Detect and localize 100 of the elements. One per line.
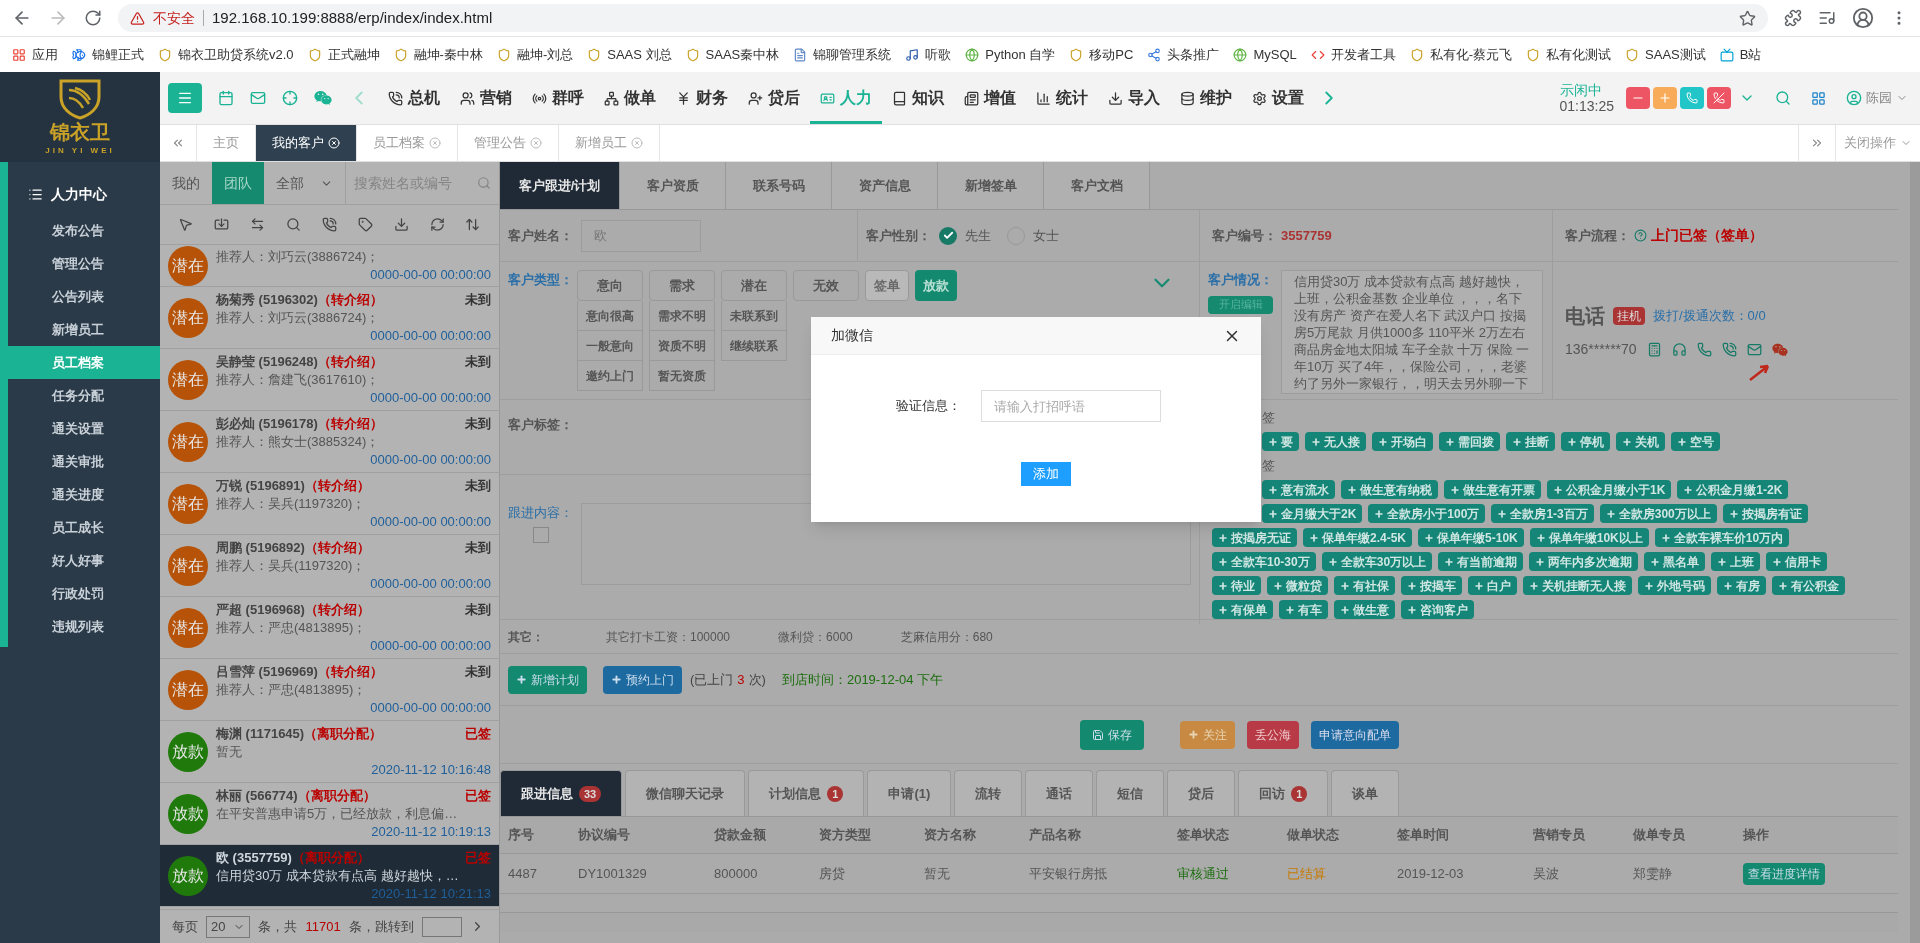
greeting-field[interactable]: 请输入打招呼语 — [981, 390, 1161, 422]
tag-chip[interactable]: 有房 — [1717, 576, 1766, 595]
progress-detail-button[interactable]: 查看进度详情 — [1743, 862, 1825, 885]
busy-button[interactable] — [1626, 87, 1650, 109]
tag-chip[interactable]: 做生意有纳税 — [1341, 480, 1438, 499]
nav-item[interactable]: 群呼 — [522, 72, 594, 124]
bookmark-link[interactable]: SAAS秦中林 — [685, 44, 780, 65]
tag-chip[interactable]: 保单年缴10K以上 — [1529, 528, 1649, 547]
menu-button[interactable] — [168, 83, 202, 113]
tag-chip[interactable]: 全款车裸车价10万内 — [1654, 528, 1790, 547]
tag-chip[interactable]: 全款车30万以上 — [1321, 552, 1433, 571]
tag-chip[interactable]: 上班 — [1711, 552, 1761, 571]
tag-chip[interactable]: 有保单 — [1212, 600, 1273, 619]
customer-item[interactable]: 潜在 周鹏 (5196892)（转介绍） 未到 推荐人：吴兵(1197320)； 0000-00-00 00:00:00 — [160, 535, 499, 597]
tag-chip[interactable]: 开场白 — [1372, 432, 1433, 451]
calculator-icon[interactable] — [1646, 342, 1662, 357]
sidebar-item[interactable]: 通关设置 — [8, 412, 160, 445]
tag-chip[interactable]: 按揭房无证 — [1212, 528, 1297, 547]
tag-chip[interactable]: 按揭房有证 — [1722, 504, 1808, 523]
tag-chip[interactable]: 有车 — [1279, 600, 1328, 619]
type-option[interactable]: 需求不明 — [649, 301, 715, 331]
hang-up-button[interactable] — [1707, 87, 1731, 109]
tag-chip[interactable]: 信用卡 — [1766, 552, 1828, 571]
tag-chip[interactable]: 挂断 — [1506, 432, 1555, 451]
nav-item[interactable]: 知识 — [882, 72, 954, 124]
bookmark-link[interactable]: 开发者工具 — [1310, 44, 1396, 65]
search-icon[interactable] — [286, 217, 302, 232]
tag-chip[interactable]: 两年内多次逾期 — [1529, 552, 1639, 571]
exchange-icon[interactable] — [250, 217, 266, 232]
scope-select[interactable]: 全部 — [264, 162, 346, 204]
sidebar-item[interactable]: 发布公告 — [8, 214, 160, 247]
call-button[interactable] — [1680, 87, 1704, 109]
type-button[interactable]: 需求 — [649, 270, 715, 301]
detail-tab[interactable]: 联系号码 — [726, 162, 832, 209]
record-tab[interactable]: 谈单 — [1331, 770, 1400, 816]
book-visit-button[interactable]: 预约上门 — [603, 665, 682, 694]
tag-chip[interactable]: 待业 — [1212, 576, 1261, 595]
import-icon[interactable] — [214, 217, 230, 232]
record-tab[interactable]: 流转 — [954, 770, 1023, 816]
tag-chip[interactable]: 做生意 — [1334, 600, 1395, 619]
tag-chip[interactable]: 全款房300万以上 — [1599, 504, 1717, 523]
tag-chip[interactable]: 外地号码 — [1638, 576, 1711, 595]
detail-tab[interactable]: 客户资质 — [620, 162, 726, 209]
tag-chip[interactable]: 需回拨 — [1439, 432, 1500, 451]
nav-item[interactable]: 维护 — [1170, 72, 1242, 124]
nav-item[interactable]: 设置 — [1242, 72, 1314, 124]
record-tab[interactable]: 贷后 — [1167, 770, 1236, 816]
type-option[interactable]: 暂无资质 — [649, 361, 715, 391]
type-option[interactable]: 意向很高 — [577, 301, 643, 331]
tag-chip[interactable]: 金月缴大于2K — [1262, 504, 1363, 523]
tag-chip[interactable]: 关机挂断无人接 — [1523, 576, 1632, 595]
crosshair-icon[interactable] — [282, 90, 298, 106]
filter-tab[interactable]: 我的 — [160, 162, 212, 204]
action-button[interactable]: 关注 — [1179, 720, 1235, 749]
sidebar-item[interactable]: 新增员工 — [8, 313, 160, 346]
tag-chip[interactable]: 黑名单 — [1644, 552, 1706, 571]
tag-chip[interactable]: 空号 — [1671, 432, 1720, 451]
detail-tab[interactable]: 客户跟进/计划 — [500, 162, 620, 209]
sidebar-item[interactable]: 管理公告 — [8, 247, 160, 280]
nav-item[interactable]: 增值 — [954, 72, 1026, 124]
tag-chip[interactable]: 有当前逾期 — [1438, 552, 1524, 571]
tag-chip[interactable]: 保单年缴5-10K — [1418, 528, 1524, 547]
dial-count-link[interactable]: 拨打/拨通次数：0/0 — [1653, 306, 1766, 326]
tag-chip[interactable]: 按揭车 — [1401, 576, 1462, 595]
bookmark-link[interactable]: SAAS 刘总 — [587, 44, 672, 65]
page-tab[interactable]: 员工档案 — [357, 125, 458, 161]
phone-icon[interactable] — [1696, 342, 1712, 357]
bookmark-link[interactable]: 移动PC — [1069, 44, 1134, 65]
customer-item[interactable]: 潜在 吕雪萍 (5196969)（转介绍） 未到 推荐人：严忠(4813895)； 0000-00-00 00:00:00 — [160, 659, 499, 721]
type-option[interactable]: 资质不明 — [649, 331, 715, 361]
nav-item[interactable]: 财务 — [666, 72, 738, 124]
wechat-icon[interactable] — [1771, 341, 1788, 358]
gender-radio[interactable] — [939, 226, 957, 245]
sidebar-item[interactable]: 公告列表 — [8, 280, 160, 313]
sidebar-item[interactable]: 行政处罚 — [8, 577, 160, 610]
record-tab[interactable]: 计划信息 1 — [748, 770, 865, 816]
tag-chip[interactable]: 保单年缴2.4-5K — [1303, 528, 1413, 547]
customer-item[interactable]: 潜在 推荐人：刘巧云(3886724)； 0000-00-00 00:00:00 — [160, 245, 499, 287]
page-size-select[interactable]: 20 — [206, 915, 251, 938]
tag-chip[interactable]: 白户 — [1468, 576, 1517, 595]
close-tabs-menu[interactable]: 关闭操作 — [1835, 125, 1920, 161]
media-icon[interactable] — [1818, 9, 1836, 27]
page-tab[interactable]: 我的客户 — [256, 125, 357, 161]
tag-chip[interactable]: 咨询客户 — [1401, 600, 1474, 619]
profile-icon[interactable] — [1852, 7, 1874, 29]
tag-chip[interactable]: 微粒贷 — [1267, 576, 1328, 595]
page-tab[interactable]: 管理公告 — [458, 125, 559, 161]
bookmark-link[interactable]: MySQL — [1233, 44, 1297, 65]
add-button[interactable]: 添加 — [1021, 462, 1071, 486]
customer-item[interactable]: 潜在 杨菊秀 (5196302)（转介绍） 未到 推荐人：刘巧云(3886724)； 0000-00-00 00:00:00 — [160, 287, 499, 349]
page-tab[interactable]: 新增员工 — [559, 125, 660, 161]
bookmark-link[interactable]: 听歌 — [905, 44, 952, 65]
type-action[interactable]: 放款 — [915, 270, 957, 301]
bookmark-link[interactable]: 私有化测试 — [1526, 44, 1612, 65]
bookmark-link[interactable]: 融坤-秦中林 — [393, 44, 483, 65]
extensions-icon[interactable] — [1784, 9, 1802, 27]
record-tab[interactable]: 通话 — [1025, 770, 1094, 816]
nav-item[interactable]: 贷后 — [738, 72, 810, 124]
customer-item[interactable]: 潜在 万锐 (5196891)（转介绍） 未到 推荐人：吴兵(1197320)； 0000-00-00 00:00:00 — [160, 473, 499, 535]
tag-chip[interactable]: 公积金月缴小于1K — [1547, 480, 1672, 499]
